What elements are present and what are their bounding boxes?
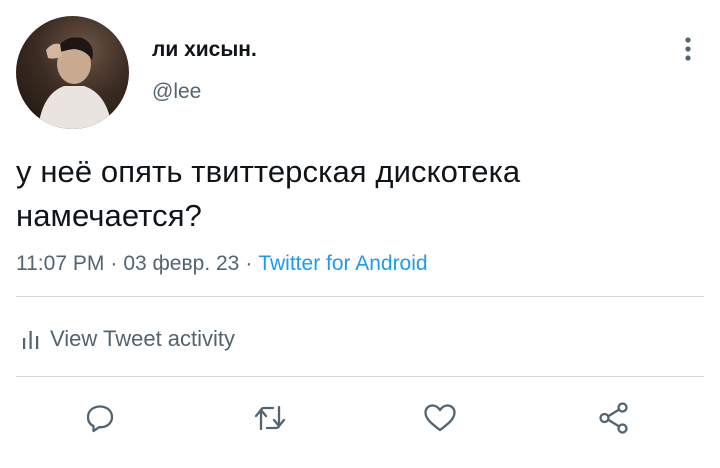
display-name[interactable]: ли хисын. <box>152 38 257 62</box>
view-activity-label: View Tweet activity <box>50 326 236 351</box>
user-handle[interactable]: @lee <box>152 80 201 104</box>
divider <box>16 376 704 377</box>
tweet-date[interactable]: 03 февр. 23 <box>123 252 239 275</box>
view-activity-button[interactable]: View Tweet activity <box>22 326 235 352</box>
reply-button[interactable] <box>80 398 120 438</box>
tweet-source-link[interactable]: Twitter for Android <box>258 252 427 275</box>
bar-chart-icon <box>22 329 40 349</box>
avatar-photo <box>38 37 112 129</box>
retweet-button[interactable] <box>250 398 290 438</box>
tweet-time[interactable]: 11:07 PM <box>16 252 104 275</box>
tweet-text: у неё опять твиттерская дискотека намеча… <box>16 154 521 233</box>
more-vertical-icon <box>685 37 691 61</box>
tweet-meta: 11:07 PM · 03 февр. 23 · Twitter for Android <box>16 252 428 276</box>
avatar[interactable] <box>16 16 129 129</box>
meta-separator: · <box>245 252 253 275</box>
more-options-button[interactable] <box>676 34 700 64</box>
divider <box>16 296 704 297</box>
reply-icon <box>86 405 114 433</box>
share-icon <box>599 402 628 434</box>
share-button[interactable] <box>594 398 634 438</box>
tweet-card: ли хисын. @lee у неё опять твиттерская д… <box>0 0 720 468</box>
retweet-icon <box>254 405 286 431</box>
meta-separator: · <box>110 252 118 275</box>
heart-icon <box>424 404 456 432</box>
like-button[interactable] <box>420 398 460 438</box>
